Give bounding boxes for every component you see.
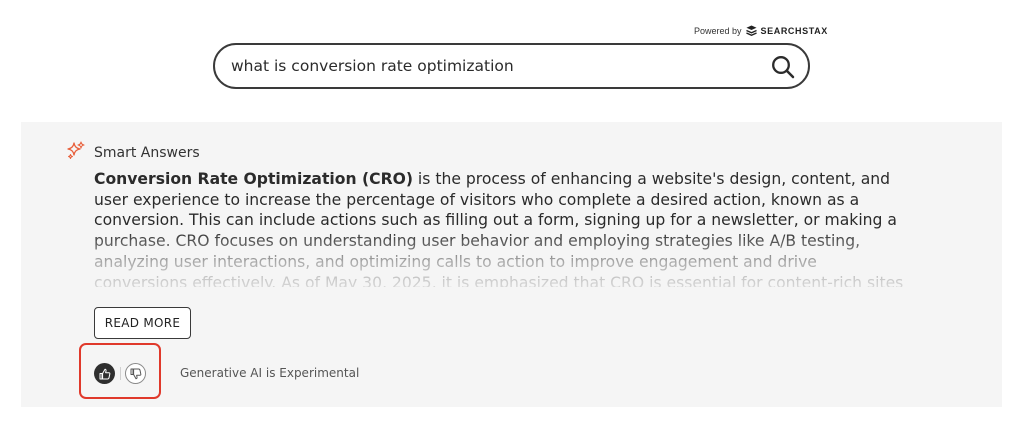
searchstax-brand: SEARCHSTAX <box>760 25 828 36</box>
searchstax-logo-icon <box>745 25 757 36</box>
feedback-separator <box>120 367 121 380</box>
read-more-button[interactable]: READ MORE <box>94 307 191 339</box>
sparkle-icon <box>67 141 85 159</box>
powered-by-text: Powered by <box>694 25 742 36</box>
search-button[interactable] <box>770 54 796 80</box>
thumbs-down-icon <box>130 368 141 379</box>
experimental-disclaimer: Generative AI is Experimental <box>180 366 360 380</box>
search-input[interactable] <box>231 51 751 81</box>
search-bar <box>213 43 810 89</box>
smart-answers-panel: Smart Answers Conversion Rate Optimizati… <box>21 122 1002 407</box>
thumbs-up-button[interactable] <box>94 363 115 384</box>
search-icon <box>772 56 795 79</box>
answer-bold-term: Conversion Rate Optimization (CRO) <box>94 170 413 188</box>
answer-text: Conversion Rate Optimization (CRO) is th… <box>94 169 904 287</box>
thumbs-up-icon <box>99 368 110 379</box>
smart-answers-title: Smart Answers <box>94 145 200 161</box>
powered-by-badge: Powered by SEARCHSTAX <box>694 25 828 36</box>
feedback-highlight-box <box>79 343 161 399</box>
thumbs-down-button[interactable] <box>125 363 146 384</box>
